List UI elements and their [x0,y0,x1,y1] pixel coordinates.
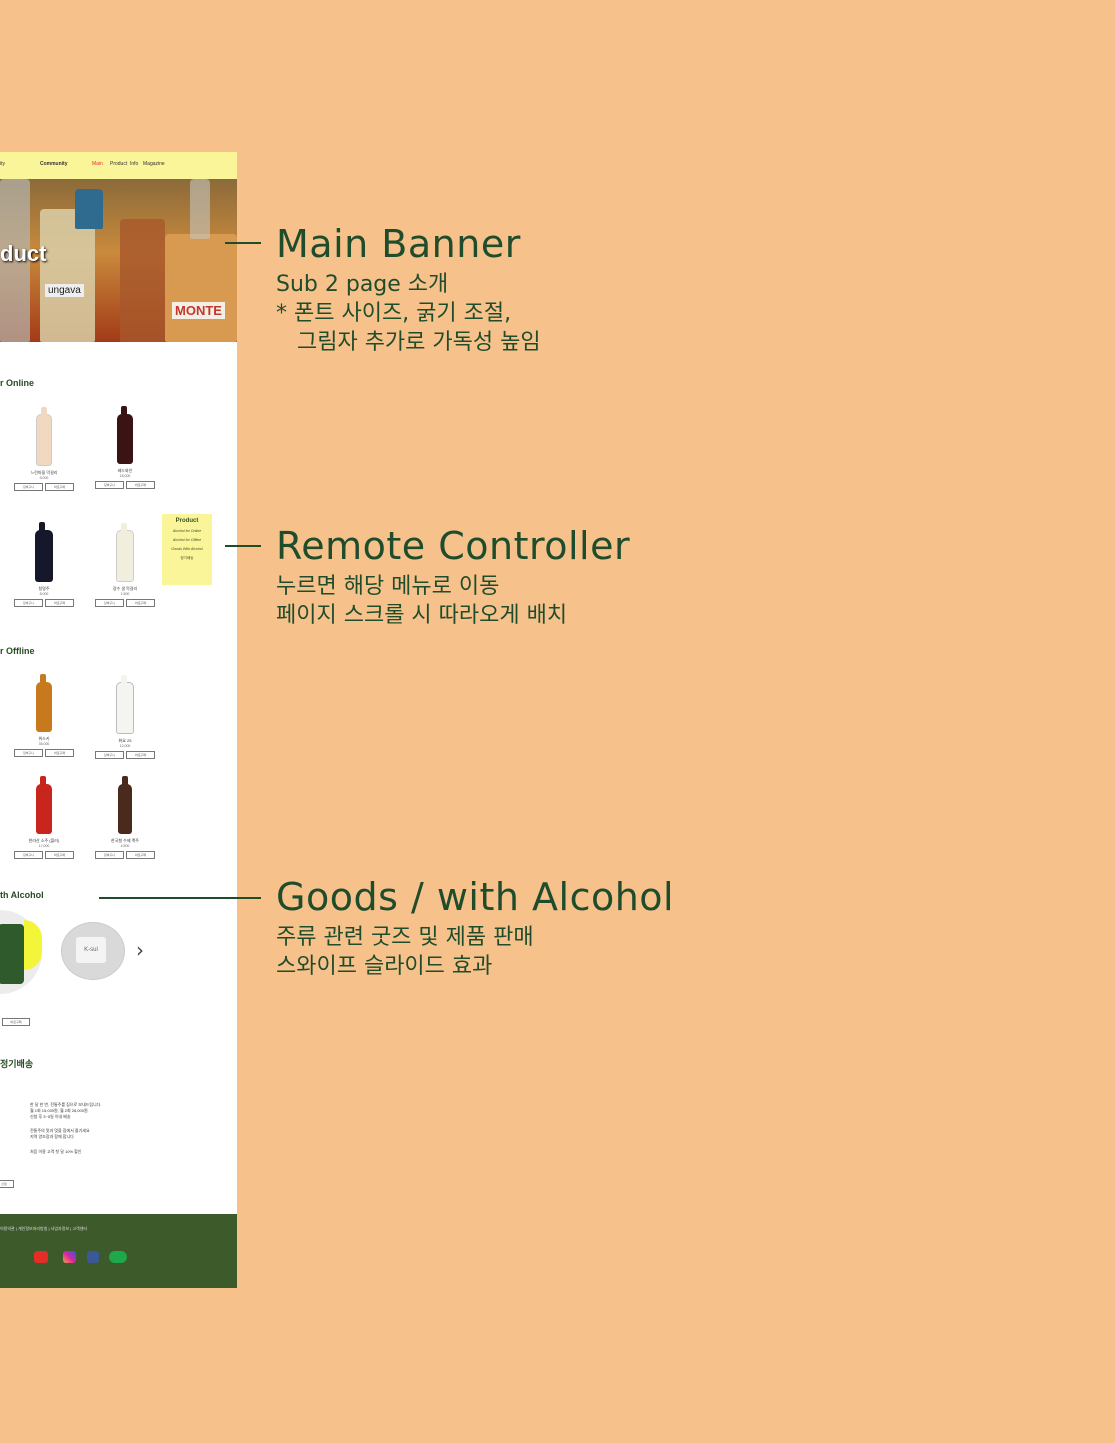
product-card[interactable]: 한라산 소주 (플러) 17,000 장바구니 바로구매 [14,776,74,859]
goods-mug-image[interactable]: K-sul [61,922,125,980]
instagram-icon[interactable] [63,1251,76,1263]
cart-button[interactable]: 장바구니 [14,851,43,859]
cart-button[interactable]: 장바구니 [14,749,43,757]
cart-button[interactable]: 장바구니 [95,481,124,489]
footer-links[interactable]: 이용약관 | 개인정보처리방침 | 사업자정보 | 고객센터 [0,1226,87,1232]
section-title-offline: r Offline [0,646,35,656]
remote-item-online[interactable]: Alcohol for Online [162,529,212,533]
buy-button[interactable]: 바로구매 [45,749,74,757]
remote-title: Product [175,518,199,524]
section-title-subscription: 정기배송 [0,1059,34,1069]
nav-community[interactable]: Community [40,161,68,167]
nav-menu-product[interactable]: Product [110,161,127,167]
bottle-image [117,406,133,464]
banner-label-ungava: ungava [45,284,84,297]
buy-button[interactable]: 바로구매 [126,599,155,607]
goods-buy-button[interactable]: 바로구매 [2,1018,30,1026]
product-price: 1,500 [120,592,130,596]
remote-item-goods[interactable]: Goods With Alcohol [162,547,212,551]
top-navigation: ity Community Main Product Info Magazine [0,152,237,179]
main-banner: duct ungava MONTE [0,179,237,342]
subscription-button[interactable]: 신청 [0,1180,14,1188]
subscription-line: 신청 후 3~5일 이내 배송 [30,1114,71,1119]
cart-button[interactable]: 장바구니 [95,599,124,607]
cart-button[interactable]: 장바구니 [95,751,124,759]
product-price: 35,000 [38,742,50,746]
annotation-connector-remote [225,545,261,547]
youtube-icon[interactable] [34,1251,48,1263]
banner-title: duct [0,241,47,266]
footer: 이용약관 | 개인정보처리방침 | 사업자정보 | 고객센터 [0,1214,237,1288]
product-card[interactable]: 한국형 수제 맥주 4,500 장바구니 바로구매 [95,776,155,859]
product-card[interactable]: 위스키 35,000 장바구니 바로구매 [14,674,74,757]
bottle-image [36,776,52,834]
chat-icon[interactable] [109,1251,127,1263]
subscription-line: 처음 이용 고객 첫 달 10% 할인 [30,1149,82,1154]
annotation-connector-goods [99,897,261,899]
facebook-icon[interactable] [87,1251,99,1263]
product-card[interactable]: 화요 25 12,000 장바구니 바로구매 [95,675,155,759]
banner-bottle-cap [75,189,103,229]
remote-item-subscription[interactable]: 정기배송 [162,556,212,561]
buy-button[interactable]: 바로구매 [45,851,74,859]
bottle-image [36,674,52,732]
nav-menu-main[interactable]: Main [92,161,103,167]
product-card[interactable]: 장수 생 막걸리 1,500 장바구니 바로구매 [95,523,155,607]
chevron-right-icon[interactable]: › [136,940,144,960]
annotation-title-main-banner: Main Banner [276,222,521,266]
cart-button[interactable]: 장바구니 [95,851,124,859]
buy-button[interactable]: 바로구매 [126,481,155,489]
apron-yellow-accent [24,920,42,970]
section-title-online: r Online [0,378,35,388]
remote-controller[interactable]: Product Alcohol for Online Alcohol for O… [162,514,212,585]
annotation-desc-remote-controller: 누르면 해당 메뉴로 이동 페이지 스크롤 시 따라오게 배치 [276,574,568,628]
annotation-title-remote-controller: Remote Controller [276,524,631,568]
annotation-desc-goods: 주류 관련 굿즈 및 제품 판매 스와이프 슬라이드 효과 [276,925,534,979]
buy-button[interactable]: 바로구매 [45,599,74,607]
bottle-image [116,523,134,582]
subscription-line: 지역 양조장과 함께 합니다 [30,1134,74,1139]
banner-label-monte: MONTE [172,302,225,319]
product-price: 12,000 [119,744,131,748]
product-price: 5,000 [39,476,49,480]
product-card[interactable]: 레드와인 18,000 장바구니 바로구매 [95,406,155,489]
banner-bottle-4 [165,234,237,342]
buy-button[interactable]: 바로구매 [126,851,155,859]
goods-apron-image[interactable] [0,910,42,994]
product-price: 17,000 [38,844,50,848]
cart-button[interactable]: 장바구니 [14,483,43,491]
product-price: 18,000 [119,474,131,478]
remote-item-offline[interactable]: Alcohol for Offline [162,538,212,542]
bottle-image [118,776,132,834]
buy-button[interactable]: 바로구매 [126,751,155,759]
annotation-title-goods: Goods / with Alcohol [276,875,675,919]
product-price: 8,000 [39,592,49,596]
product-card[interactable]: 청명주 8,000 장바구니 바로구매 [14,522,74,607]
bottle-image [36,407,52,466]
bottle-image [116,675,134,734]
annotation-desc-main-banner: Sub 2 page 소개 * 폰트 사이즈, 굵기 조절, 그림자 추가로 가… [276,272,541,355]
nav-menu-info[interactable]: Info [130,161,138,167]
nav-item-left[interactable]: ity [0,161,5,167]
buy-button[interactable]: 바로구매 [45,483,74,491]
product-card[interactable]: 느린마을 막걸리 5,000 장바구니 바로구매 [14,407,74,491]
section-title-goods: th Alcohol [0,890,44,900]
bottle-image [35,522,53,582]
banner-bottle-5 [190,179,210,239]
mug-label: K-sul [76,937,106,963]
apron-shape [0,924,24,984]
cart-button[interactable]: 장바구니 [14,599,43,607]
annotation-connector-banner [225,242,261,244]
product-price: 4,500 [120,844,130,848]
website-mockup: ity Community Main Product Info Magazine… [0,152,237,1288]
banner-bottle-3 [120,219,165,342]
nav-menu-magazine[interactable]: Magazine [143,161,165,167]
